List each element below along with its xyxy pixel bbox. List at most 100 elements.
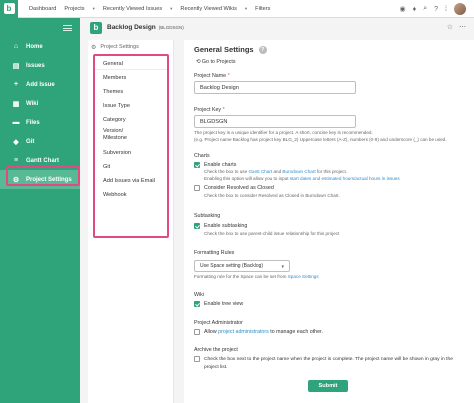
enable-tree-label: Enable tree view [204,301,244,307]
charts-hint-and: and [273,169,282,174]
help-icon[interactable]: ? [434,6,438,13]
archive-row[interactable]: Check the box next to the project name w… [194,356,470,371]
top-nav: Dashboard Projects ▾ Recently Viewed Iss… [26,6,273,12]
sidebar-item-label: Add Issue [26,81,55,88]
formatting-rules-label: Formatting Rules [194,250,235,256]
enable-subtasking-row[interactable]: Enable subtasking [194,223,247,229]
settings-nav-highlight-box: General Members Themes Issue Type Catego… [93,54,169,238]
settings-item-git[interactable]: Git [95,161,110,172]
enable-charts-row[interactable]: Enable charts [194,162,236,168]
chevron-down-icon: ▾ [244,5,248,11]
nav-dashboard[interactable]: Dashboard [26,6,59,12]
sidebar-item-label: Issues [26,62,45,69]
project-key-input[interactable]: BLGDSGN [194,115,356,128]
watch-icon[interactable]: ◉ [400,5,406,13]
notification-icon[interactable]: ♦ [413,6,417,13]
charts-label: Charts [194,153,210,159]
allow-admins-row[interactable]: Allow project administrators to manage e… [194,329,323,335]
chevron-down-icon: ▾ [170,5,173,11]
sidebar-item-git[interactable]: ◆ Git [0,132,80,151]
subtasking-hint: Check the box to use parent-child issue … [204,231,340,236]
settings-item-category[interactable]: Category [95,114,126,125]
enable-charts-label: Enable charts [204,162,237,168]
settings-item-subversion[interactable]: Subversion [95,147,131,158]
help-icon[interactable]: ? [258,45,267,54]
settings-item-email[interactable]: Add Issues via Email [95,175,155,186]
sidebar-item-label: Git [26,138,35,145]
backlog-logo[interactable]: b [0,0,18,18]
top-bar: b Dashboard Projects ▾ Recently Viewed I… [0,0,474,18]
project-admin-label: Project Administrator [194,320,243,326]
plus-icon: + [13,81,19,88]
settings-item-themes[interactable]: Themes [95,86,123,97]
app-window: b Dashboard Projects ▾ Recently Viewed I… [0,0,474,403]
search-icon[interactable]: ⌕ [423,5,427,13]
nav-recent-issues[interactable]: Recently Viewed Issues [100,6,165,12]
archive-text: Check the box next to the project name w… [204,356,453,371]
home-icon: ⌂ [13,43,19,50]
sidebar-item-files[interactable]: ▬ Files [0,113,80,132]
enable-tree-row[interactable]: Enable tree view [194,301,243,307]
consider-resolved-checkbox[interactable] [194,185,200,191]
allow-admins-checkbox[interactable] [194,329,200,335]
project-key: (BLGDSGN) [158,25,184,30]
nav-projects[interactable]: Projects [61,6,87,12]
grid-icon[interactable]: ⁞ [445,6,447,13]
charts-hint-text: Check the box to use [204,169,248,174]
sidebar-item-issues[interactable]: ▤ Issues [0,56,80,75]
avatar[interactable] [454,3,466,15]
settings-nav-title: ⚙ Project Settings [88,40,173,54]
project-admins-link[interactable]: project administrators [218,329,269,335]
gantt-chart-link[interactable]: Gantt Chart [248,169,272,174]
nav-recent-wikis[interactable]: Recently Viewed Wikis [177,6,239,12]
sidebar-highlight-box [6,166,80,186]
sidebar-item-add-issue[interactable]: + Add Issue [0,75,80,94]
project-key-hint: The project key is a unique identifier f… [194,130,469,144]
chevron-down-icon: ▾ [281,264,284,270]
settings-item-version[interactable]: Version/ Milestone [95,127,127,143]
formatting-rules-select[interactable]: Use Space setting (Backlog) ▾ [194,260,290,272]
project-name[interactable]: Backlog Design (BLGDSGN) [107,24,184,31]
consider-resolved-row[interactable]: Consider Resolved as Closed [194,185,274,191]
star-icon[interactable]: ☆ [447,23,453,31]
folder-icon: ▬ [12,119,20,126]
project-name-label: Project Name * [194,73,230,79]
archive-text-line1: Check the box next to the project name w… [204,357,453,362]
allow-admins-pre: Allow [204,329,217,335]
more-icon[interactable]: ⋯ [459,23,466,31]
submit-button[interactable]: Submit [308,380,348,392]
archive-checkbox[interactable] [194,356,200,362]
space-settings-link[interactable]: Space Settings [288,274,319,279]
git-icon: ◆ [13,138,19,146]
project-logo[interactable]: b [90,21,102,34]
charts-hint-post: for this project. [316,169,348,174]
settings-item-webhook[interactable]: Webhook [95,189,127,200]
go-to-projects-text: Go to Projects [201,59,236,65]
settings-item-issue-type[interactable]: Issue Type [95,100,130,111]
enable-charts-checkbox[interactable] [194,162,200,168]
page-title: General Settings ? [194,45,267,54]
enable-subtasking-checkbox[interactable] [194,223,200,229]
gantt-icon: ≡ [13,157,19,164]
sidebar-item-wiki[interactable]: ▦ Wiki [0,94,80,113]
general-settings-panel: General Settings ? ⟲ Go to Projects Proj… [184,40,474,403]
menu-icon[interactable] [63,24,72,31]
project-key-hint-line1: The project key is a unique identifier f… [194,130,373,135]
enable-tree-checkbox[interactable] [194,301,200,307]
formatting-rules-value: Use Space setting (Backlog) [200,263,264,269]
top-icons: ◉ ♦ ⌕ ? ⁞ [400,3,466,15]
start-dates-link[interactable]: start dates and estimated hours/actual h… [290,176,400,181]
project-header: b Backlog Design (BLGDSGN) ☆ ⋯ [80,18,474,37]
sidebar-item-label: Files [26,119,40,126]
burndown-chart-link[interactable]: Burndown Chart [282,169,315,174]
project-name-input[interactable]: Backlog Design [194,81,356,94]
settings-item-general[interactable]: General [95,58,167,70]
go-to-projects-link[interactable]: ⟲ Go to Projects [196,59,235,65]
project-key-hint-line2: (e.g. Project name Backlog has project k… [194,136,447,142]
nav-filters[interactable]: Filters [252,6,273,12]
project-header-icons: ☆ ⋯ [447,23,466,31]
settings-item-members[interactable]: Members [95,72,126,83]
charts-hint: Check the box to use Gantt Chart and Bur… [204,169,472,183]
sidebar-item-home[interactable]: ⌂ Home [0,37,80,56]
sidebar-top [0,18,80,37]
